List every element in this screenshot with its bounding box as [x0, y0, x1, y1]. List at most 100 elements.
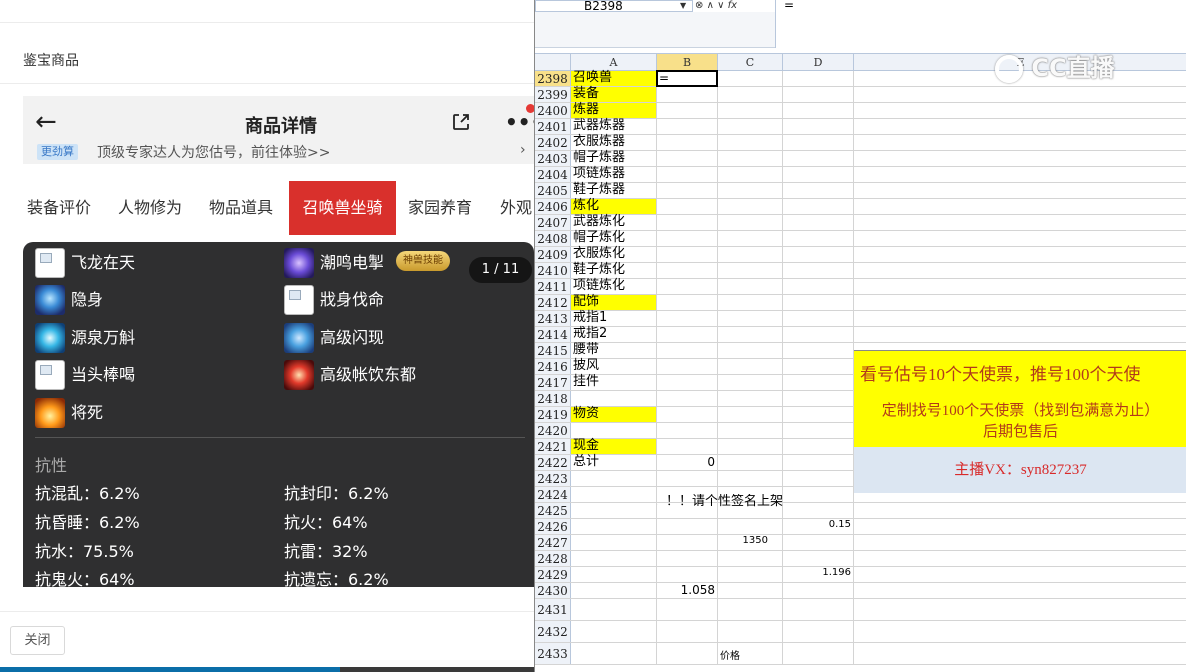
tab-character[interactable]: 人物修为 [118, 181, 182, 235]
cell-a[interactable]: 召唤兽 [571, 71, 657, 86]
cell-c[interactable] [718, 295, 783, 310]
cell-d[interactable] [783, 215, 854, 230]
name-box[interactable]: B2398 [535, 0, 693, 12]
tab-home[interactable]: 家园养育 [408, 181, 472, 235]
cell-a[interactable] [571, 583, 657, 598]
row-header[interactable]: 2430 [535, 583, 571, 598]
cell-b[interactable] [657, 327, 718, 342]
cell-a[interactable]: 披风 [571, 359, 657, 374]
cell-a[interactable]: 武器炼器 [571, 119, 657, 134]
cell-a[interactable] [571, 643, 657, 664]
cell-a[interactable]: 现金 [571, 439, 657, 454]
row-header[interactable]: 2423 [535, 471, 571, 486]
column-header[interactable]: A [571, 54, 657, 71]
cell-d[interactable] [783, 311, 854, 326]
cell-a[interactable]: 武器炼化 [571, 215, 657, 230]
cell-b[interactable] [657, 279, 718, 294]
cell-c[interactable] [718, 183, 783, 198]
cell-d[interactable] [783, 439, 854, 454]
cell-d[interactable] [783, 423, 854, 438]
row-header[interactable]: 2413 [535, 311, 571, 326]
cell-c[interactable] [718, 71, 783, 86]
row-header[interactable]: 2408 [535, 231, 571, 246]
cell-c[interactable] [718, 471, 783, 486]
active-cell-cursor[interactable] [656, 70, 718, 87]
cell-b[interactable] [657, 231, 718, 246]
cell-b[interactable] [657, 423, 718, 438]
cell-d[interactable] [783, 119, 854, 134]
cell-b[interactable] [657, 87, 718, 102]
row-header[interactable]: 2409 [535, 247, 571, 262]
cell-a[interactable] [571, 487, 657, 502]
row-header[interactable]: 2427 [535, 535, 571, 550]
cell-d[interactable] [783, 455, 854, 470]
cell-c[interactable] [718, 167, 783, 182]
cell-c[interactable] [718, 263, 783, 278]
cell-b[interactable] [657, 535, 718, 550]
cell-c[interactable] [718, 247, 783, 262]
cell-b[interactable] [657, 567, 718, 582]
cell-b[interactable] [657, 311, 718, 326]
cell-b[interactable] [657, 471, 718, 486]
cell-c[interactable] [718, 103, 783, 118]
row-header[interactable]: 2414 [535, 327, 571, 342]
cell-c[interactable] [718, 423, 783, 438]
row-header[interactable]: 2428 [535, 551, 571, 566]
cell-d[interactable] [783, 151, 854, 166]
cell-c[interactable] [718, 119, 783, 134]
cell-b[interactable] [657, 135, 718, 150]
close-button[interactable]: 关闭 [10, 626, 65, 655]
cell-b[interactable] [657, 199, 718, 214]
cell-d[interactable] [783, 199, 854, 214]
cell-d[interactable] [783, 551, 854, 566]
tab-summons-mounts[interactable]: 召唤兽坐骑 [289, 181, 396, 235]
cell-d[interactable] [783, 71, 854, 86]
row-header[interactable]: 2410 [535, 263, 571, 278]
tab-appearance[interactable]: 外观 [500, 181, 532, 235]
cell-c[interactable] [718, 135, 783, 150]
cell-c[interactable] [718, 199, 783, 214]
row-header[interactable]: 2432 [535, 621, 571, 642]
tab-items[interactable]: 物品道具 [209, 181, 273, 235]
cell-b[interactable] [657, 263, 718, 278]
cell-c[interactable] [718, 407, 783, 422]
cell-c[interactable] [718, 519, 783, 534]
cell-b[interactable] [657, 359, 718, 374]
row-header[interactable]: 2398 [535, 71, 571, 86]
cell-a[interactable] [571, 471, 657, 486]
cell-b[interactable] [657, 375, 718, 390]
row-header[interactable]: 2425 [535, 503, 571, 518]
cell-a[interactable] [571, 535, 657, 550]
back-arrow-icon[interactable]: ← [35, 108, 57, 136]
cell-c[interactable]: 价格 [718, 643, 783, 664]
cell-d[interactable] [783, 231, 854, 246]
cell-a[interactable]: 鞋子炼器 [571, 183, 657, 198]
cell-c[interactable] [718, 87, 783, 102]
row-header[interactable]: 2424 [535, 487, 571, 502]
cell-c[interactable] [718, 215, 783, 230]
row-header[interactable]: 2419 [535, 407, 571, 422]
column-header[interactable]: D [783, 54, 854, 71]
row-header[interactable]: 2405 [535, 183, 571, 198]
cell-d[interactable]: 0.15 [783, 519, 854, 534]
cell-b[interactable] [657, 295, 718, 310]
column-header[interactable]: B [657, 54, 718, 71]
row-header[interactable]: 2407 [535, 215, 571, 230]
cell-b[interactable]: 0 [657, 455, 718, 470]
cell-d[interactable] [783, 503, 854, 518]
row-header[interactable]: 2416 [535, 359, 571, 374]
row-header[interactable]: 2418 [535, 391, 571, 406]
row-header[interactable]: 2411 [535, 279, 571, 294]
merged-cell-pricing[interactable]: 看号估号10个天使票，推号100个天使 [854, 350, 1186, 398]
cell-d[interactable] [783, 263, 854, 278]
cell-a[interactable]: 炼器 [571, 103, 657, 118]
cell-d[interactable] [783, 583, 854, 598]
cell-b[interactable] [657, 599, 718, 620]
merged-cell-contact[interactable]: 主播VX：syn827237 [854, 447, 1186, 493]
cancel-icon[interactable]: ⊗ [695, 0, 703, 11]
row-header[interactable]: 2415 [535, 343, 571, 358]
cell-c[interactable] [718, 359, 783, 374]
cell-a[interactable]: 戒指2 [571, 327, 657, 342]
tab-equipment[interactable]: 装备评价 [27, 181, 91, 235]
cell-a[interactable]: 帽子炼器 [571, 151, 657, 166]
